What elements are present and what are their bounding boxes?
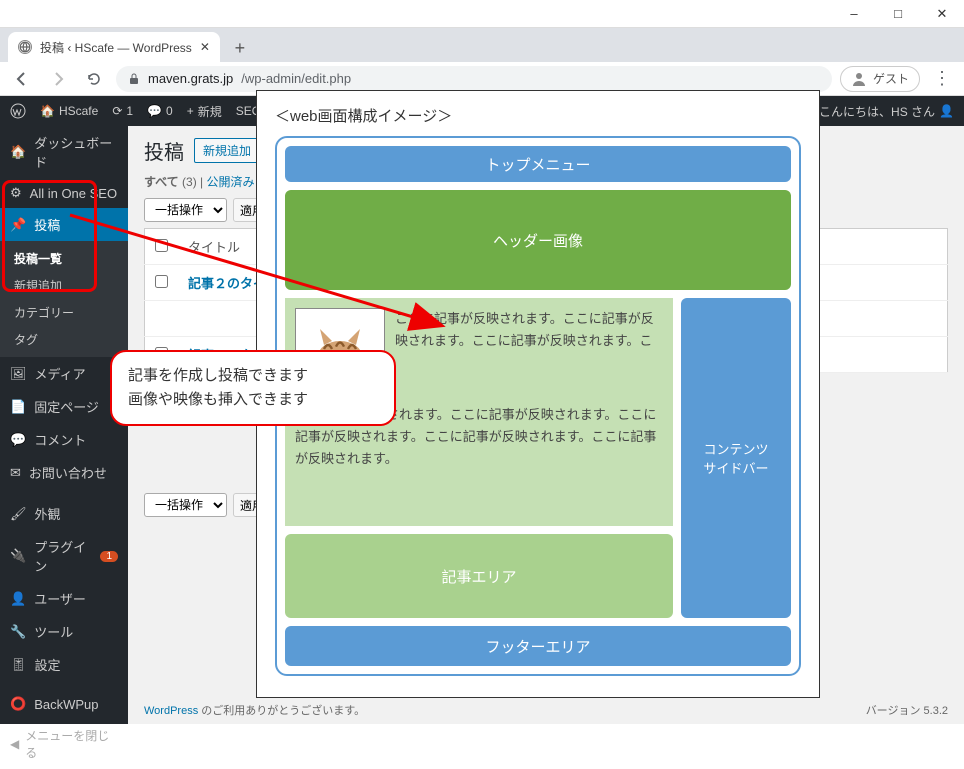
mail-icon: ✉ [10, 465, 21, 481]
url-path: /wp-admin/edit.php [241, 71, 351, 86]
add-new-button[interactable]: 新規追加 [194, 138, 260, 163]
brush-icon: 🖌 [10, 506, 27, 522]
sidebar-item-contact[interactable]: ✉お問い合わせ [0, 456, 128, 489]
sliders-icon: 🎚 [10, 657, 27, 673]
browser-tab[interactable]: 投稿 ‹ HScafe — WordPress ✕ [8, 32, 220, 62]
window-titlebar: – □ ✕ [0, 0, 964, 28]
url-host: maven.grats.jp [148, 71, 233, 86]
row-checkbox[interactable] [155, 275, 168, 288]
diagram-footer-block: フッターエリア [285, 626, 791, 666]
version-label: バージョン 5.3.2 [866, 702, 948, 718]
page-title: 投稿 [144, 136, 184, 165]
admin-footer: WordPress のご利用ありがとうございます。 バージョン 5.3.2 [144, 702, 948, 718]
site-link[interactable]: 🏠 HScafe [40, 104, 98, 118]
browser-menu-button[interactable]: ⋮ [928, 65, 956, 93]
sidebar-item-tools[interactable]: 🔧ツール [0, 615, 128, 648]
diagram-sidebar-block: コンテンツ サイドバー [681, 298, 791, 618]
plugin-icon: 🔌 [10, 548, 26, 564]
window-close-button[interactable]: ✕ [920, 0, 964, 27]
sidebar-item-backwpup[interactable]: ⭕BackWPup [0, 689, 128, 719]
gear-icon: ⚙ [10, 185, 22, 201]
pin-icon: 📌 [10, 217, 26, 233]
window-maximize-button[interactable]: □ [876, 0, 920, 27]
diagram-header-block: ヘッダー画像 [285, 190, 791, 290]
submenu-add-new[interactable]: 新規追加 [0, 272, 128, 299]
updates-link[interactable]: ⟳ 1 [112, 104, 133, 118]
diagram-title: ＜web画面構成イメージ＞ [275, 105, 801, 126]
sidebar-item-aioseo[interactable]: ⚙All in One SEO [0, 178, 128, 208]
wordpress-link[interactable]: WordPress [144, 705, 198, 717]
published-filter-link[interactable]: 公開済み [207, 175, 255, 189]
wp-logo-icon[interactable] [10, 103, 26, 119]
comment-icon: 💬 [10, 432, 26, 448]
sidebar-item-comments[interactable]: 💬コメント [0, 423, 128, 456]
diagram-article-area-block: 記事エリア [285, 534, 673, 618]
select-all-checkbox[interactable] [155, 239, 168, 252]
reload-button[interactable] [80, 65, 108, 93]
browser-tab-strip: 投稿 ‹ HScafe — WordPress ✕ + [0, 28, 964, 62]
sidebar-item-settings[interactable]: 🎚設定 [0, 648, 128, 681]
sidebar-submenu: 投稿一覧 新規追加 カテゴリー タグ [0, 241, 128, 357]
address-bar[interactable]: maven.grats.jp/wp-admin/edit.php [116, 66, 832, 92]
bulk-action-select[interactable]: 一括操作 [144, 198, 227, 222]
back-button[interactable] [8, 65, 36, 93]
submenu-tags[interactable]: タグ [0, 326, 128, 353]
sidebar-item-plugins[interactable]: 🔌プラグイン1 [0, 530, 128, 582]
new-tab-button[interactable]: + [226, 34, 254, 62]
user-icon: 👤 [10, 591, 26, 607]
tab-title: 投稿 ‹ HScafe — WordPress [40, 39, 192, 56]
update-badge: 1 [100, 551, 118, 562]
greeting[interactable]: こんにちは、HS さん 👤 [819, 103, 954, 120]
bulk-action-select-bottom[interactable]: 一括操作 [144, 493, 227, 517]
admin-sidebar: 🏠ダッシュボード ⚙All in One SEO 📌投稿 投稿一覧 新規追加 カ… [0, 126, 128, 724]
globe-icon [18, 40, 32, 54]
comments-link[interactable]: 💬 0 [147, 104, 173, 118]
sidebar-item-posts[interactable]: 📌投稿 [0, 208, 128, 241]
submenu-categories[interactable]: カテゴリー [0, 299, 128, 326]
sidebar-item-dashboard[interactable]: 🏠ダッシュボード [0, 126, 128, 178]
wrench-icon: 🔧 [10, 624, 26, 640]
sidebar-item-users[interactable]: 👤ユーザー [0, 582, 128, 615]
diagram-topmenu-block: トップメニュー [285, 146, 791, 182]
sidebar-item-appearance[interactable]: 🖌外観 [0, 497, 128, 530]
lock-icon [128, 73, 140, 85]
new-content-link[interactable]: + 新規 [187, 103, 222, 120]
page-icon: 📄 [10, 399, 26, 415]
sidebar-item-media[interactable]: 🖼メディア [0, 357, 128, 390]
backup-icon: ⭕ [10, 696, 26, 712]
callout-line2: 画像や映像も挿入できます [128, 388, 378, 412]
callout-line1: 記事を作成し投稿できます [128, 364, 378, 388]
diagram-article-text-top: ここに記事が反映されます。ここに記事が反映されます。ここに記事が反映されます。こ [395, 308, 663, 398]
window-minimize-button[interactable]: – [832, 0, 876, 27]
collapse-menu-button[interactable]: ◀ メニューを閉じる [0, 719, 128, 769]
forward-button[interactable] [44, 65, 72, 93]
dashboard-icon: 🏠 [10, 144, 26, 160]
submenu-posts-list[interactable]: 投稿一覧 [0, 245, 128, 272]
media-icon: 🖼 [10, 366, 27, 382]
annotation-callout: 記事を作成し投稿できます 画像や映像も挿入できます [110, 350, 396, 426]
user-icon [851, 71, 867, 87]
tab-close-icon[interactable]: ✕ [200, 40, 210, 54]
sidebar-item-pages[interactable]: 📄固定ページ [0, 390, 128, 423]
profile-chip[interactable]: ゲスト [840, 66, 920, 92]
